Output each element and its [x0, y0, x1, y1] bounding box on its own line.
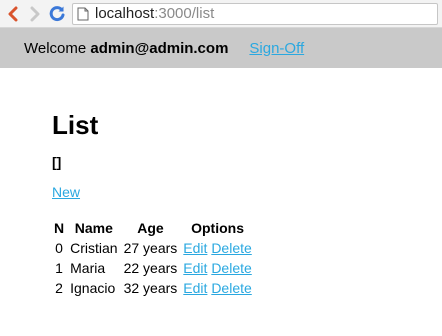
- row-index: 1: [55, 260, 63, 276]
- edit-link[interactable]: Edit: [183, 280, 207, 296]
- users-table: N Name Age Options 0 Cristian 27 years E…: [50, 218, 256, 298]
- table-row: 0 Cristian 27 years Edit Delete: [52, 238, 254, 258]
- url-text: localhost:3000/list: [95, 5, 214, 22]
- url-path: :3000/list: [154, 5, 215, 22]
- forward-arrow-icon: [30, 6, 40, 21]
- browser-toolbar: localhost:3000/list: [0, 0, 442, 28]
- main-content: List [] New N Name Age Options 0 Cristia…: [0, 68, 442, 298]
- app-header: Welcome admin@admin.com Sign-Off: [0, 28, 442, 68]
- delete-link[interactable]: Delete: [211, 260, 251, 276]
- delete-link[interactable]: Delete: [211, 280, 251, 296]
- reload-icon: [49, 5, 65, 21]
- row-options: Edit Delete: [181, 278, 253, 298]
- sign-off-link[interactable]: Sign-Off: [249, 40, 304, 57]
- table-row: 2 Ignacio 32 years Edit Delete: [52, 278, 254, 298]
- column-header-options: Options: [191, 220, 244, 236]
- table-header-row: N Name Age Options: [52, 218, 254, 238]
- row-name: Cristian: [70, 240, 118, 256]
- row-name: Maria: [70, 260, 106, 276]
- row-index: 2: [55, 280, 63, 296]
- column-header-age: Age: [137, 220, 164, 236]
- row-options: Edit Delete: [181, 258, 253, 278]
- welcome-label: Welcome: [24, 39, 91, 57]
- raw-output: []: [52, 154, 62, 170]
- row-name: Ignacio: [70, 280, 116, 296]
- user-email: admin@admin.com: [90, 39, 229, 57]
- row-age: 22 years: [123, 260, 178, 276]
- forward-button[interactable]: [24, 3, 46, 25]
- page-title: List: [52, 110, 99, 140]
- page-icon: [77, 7, 89, 20]
- welcome-text: Welcome admin@admin.com: [24, 40, 228, 57]
- table-row: 1 Maria 22 years Edit Delete: [52, 258, 254, 278]
- column-header-n: N: [54, 220, 65, 236]
- row-options: Edit Delete: [181, 238, 253, 258]
- new-link[interactable]: New: [52, 184, 80, 200]
- back-button[interactable]: [2, 3, 24, 25]
- row-age: 27 years: [123, 240, 178, 256]
- edit-link[interactable]: Edit: [183, 260, 207, 276]
- row-age: 32 years: [123, 280, 178, 296]
- back-arrow-icon: [8, 6, 18, 21]
- address-bar[interactable]: localhost:3000/list: [72, 2, 438, 25]
- column-header-name: Name: [74, 220, 113, 236]
- delete-link[interactable]: Delete: [211, 240, 251, 256]
- url-host: localhost: [95, 5, 155, 22]
- reload-button[interactable]: [46, 3, 68, 25]
- row-index: 0: [55, 240, 63, 256]
- edit-link[interactable]: Edit: [183, 240, 207, 256]
